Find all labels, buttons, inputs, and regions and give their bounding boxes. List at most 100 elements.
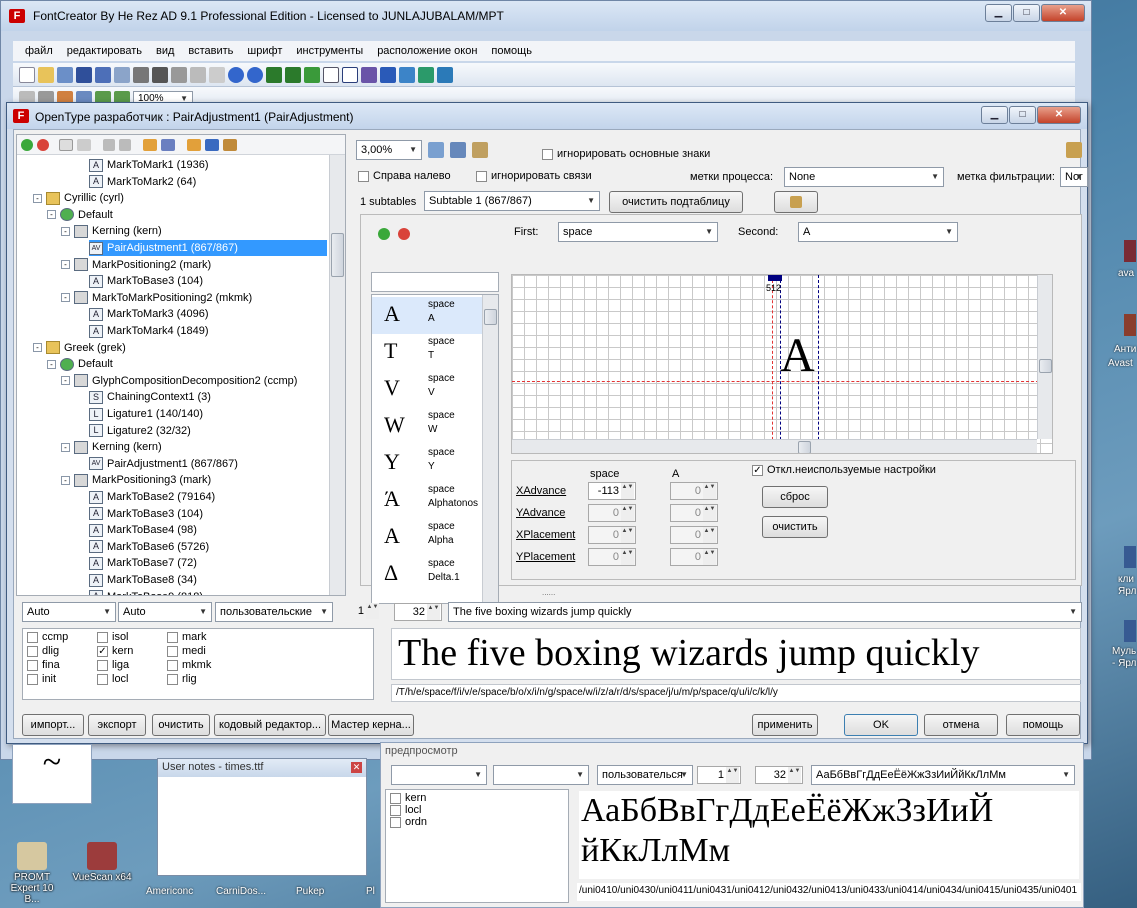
process-marks-select[interactable]: None bbox=[784, 167, 944, 187]
dialog-minimize-button[interactable]: ▁ bbox=[981, 106, 1008, 124]
rtl-box[interactable] bbox=[358, 170, 369, 182]
move-up-icon[interactable] bbox=[103, 138, 115, 151]
desktop-shortcut-icon[interactable] bbox=[1124, 240, 1136, 262]
tree-node[interactable]: A MarkToMark3 (4096) bbox=[89, 306, 208, 322]
desktop-label-bottom-1[interactable]: Americonc bbox=[146, 886, 193, 897]
tree-node[interactable]: A MarkToBase2 (79164) bbox=[89, 489, 215, 505]
kerning-canvas[interactable]: 512 A 1479 bbox=[511, 274, 1053, 454]
feature-check-box[interactable] bbox=[27, 631, 38, 643]
cancel-button[interactable]: отмена bbox=[924, 714, 998, 736]
close-button[interactable]: ✕ bbox=[1041, 4, 1085, 22]
tree-node[interactable]: - Default bbox=[47, 207, 113, 223]
tree-node[interactable]: - MarkToMarkPositioning2 (mkmk) bbox=[61, 290, 252, 306]
tree-scroll-thumb[interactable] bbox=[331, 233, 344, 277]
pair-list-item[interactable]: Aspace A bbox=[372, 297, 484, 334]
menu-view[interactable]: вид bbox=[156, 45, 174, 57]
feature-check-box[interactable] bbox=[167, 673, 178, 685]
preview-size-spinner[interactable]: 1 bbox=[697, 766, 741, 784]
pair-list-item[interactable]: Wspace W bbox=[372, 408, 484, 445]
ignore-base-checkbox[interactable]: игнорировать основные знаки bbox=[542, 148, 710, 160]
notes-icon[interactable] bbox=[1066, 142, 1082, 158]
desktop-label-6[interactable]: Муль bbox=[1112, 646, 1136, 657]
preview-feature-kern-box[interactable] bbox=[390, 792, 401, 804]
test-icon[interactable] bbox=[323, 66, 339, 83]
feature-check-box[interactable] bbox=[27, 645, 38, 657]
feature-checkbox[interactable]: init bbox=[27, 673, 56, 685]
tree-node[interactable]: A MarkToBase7 (72) bbox=[89, 555, 197, 571]
first-value-spinner[interactable]: -113 bbox=[588, 482, 636, 500]
tree-node[interactable]: S ChainingContext1 (3) bbox=[89, 389, 211, 405]
tree-node[interactable]: AV PairAdjustment1 (867/867) bbox=[89, 240, 327, 256]
kern-icon[interactable] bbox=[161, 138, 175, 151]
desktop-shortcut-icon[interactable] bbox=[1124, 314, 1136, 336]
glyph-tile-tilde[interactable]: ~ bbox=[12, 744, 92, 804]
disable-unused-checkbox[interactable]: ✓ Откл.неиспользуемые настройки bbox=[752, 464, 936, 476]
print-icon[interactable] bbox=[133, 66, 149, 83]
preview-language-select[interactable] bbox=[493, 765, 589, 785]
feature-checkbox[interactable]: mkmk bbox=[167, 659, 211, 671]
feature-checkbox[interactable]: rlig bbox=[167, 673, 197, 685]
collapse-icon[interactable]: - bbox=[33, 193, 42, 203]
export-icon[interactable] bbox=[114, 66, 130, 83]
pair-list-item[interactable]: Tspace T bbox=[372, 334, 484, 371]
library-icon[interactable] bbox=[57, 66, 73, 83]
pair-list-item[interactable]: Αspace Alpha bbox=[372, 519, 484, 556]
preview-sample-select[interactable]: АаБбВвГгДдЕеЁёЖжЗзИиЙйКкЛлМм bbox=[811, 765, 1075, 785]
user-notes-titlebar[interactable]: User notes - times.ttf ✕ bbox=[158, 759, 366, 777]
lookup-icon[interactable] bbox=[143, 138, 157, 151]
preview-script-select[interactable] bbox=[391, 765, 487, 785]
feature-checkbox[interactable]: fina bbox=[27, 659, 60, 671]
sample-text-select[interactable]: The five boxing wizards jump quickly bbox=[448, 602, 1082, 622]
space-advance-bar[interactable] bbox=[768, 275, 782, 281]
first-value-spinner[interactable]: 0 bbox=[588, 526, 636, 544]
point-size-spinner[interactable]: 32 bbox=[394, 603, 442, 621]
cut-icon[interactable] bbox=[171, 66, 187, 83]
kern-wizard-button[interactable]: Мастер керна... bbox=[328, 714, 414, 736]
feature-set-select[interactable]: пользовательские bbox=[215, 602, 333, 622]
desktop-icon-vuescan[interactable]: VueScan x64 bbox=[72, 842, 132, 883]
pair-list-scroll-thumb[interactable] bbox=[484, 309, 497, 325]
preview-feature-locl[interactable]: locl bbox=[390, 804, 422, 816]
tree-node[interactable]: - Greek (grek) bbox=[33, 340, 126, 356]
fit-icon[interactable] bbox=[428, 142, 444, 158]
tree-scrollbar[interactable] bbox=[329, 155, 345, 595]
desktop-icon-promt[interactable]: PROMT Expert 10 B... bbox=[2, 842, 62, 905]
menu-tools[interactable]: инструменты bbox=[296, 45, 363, 57]
reset-button[interactable]: сброс bbox=[762, 486, 828, 508]
desktop-label-3[interactable]: Avast bbox=[1108, 358, 1133, 369]
collapse-icon[interactable]: - bbox=[61, 260, 70, 270]
size-spinner[interactable]: 1 bbox=[340, 603, 380, 621]
glyph-filter-input[interactable] bbox=[371, 272, 499, 292]
insert-glyph-icon[interactable] bbox=[266, 66, 282, 83]
code-editor-button[interactable]: кодовый редактор... bbox=[214, 714, 326, 736]
open-icon[interactable] bbox=[38, 66, 54, 83]
disable-unused-box[interactable]: ✓ bbox=[752, 464, 763, 476]
preview-feature-locl-box[interactable] bbox=[390, 804, 401, 816]
undo-icon[interactable] bbox=[228, 66, 244, 83]
menu-edit[interactable]: редактировать bbox=[67, 45, 142, 57]
script-icon[interactable] bbox=[187, 138, 201, 151]
options-icon[interactable] bbox=[472, 142, 488, 158]
subtable-properties-button[interactable] bbox=[774, 191, 818, 213]
collapse-icon[interactable]: - bbox=[61, 293, 70, 303]
save-icon[interactable] bbox=[76, 66, 92, 83]
feature-check-box[interactable] bbox=[167, 645, 178, 657]
tree-node[interactable]: A MarkToMark1 (1936) bbox=[89, 157, 208, 173]
feature-check-box[interactable]: ✓ bbox=[97, 645, 108, 657]
script-select[interactable]: Auto bbox=[22, 602, 116, 622]
dialog-titlebar[interactable]: F OpenType разработчик : PairAdjustment1… bbox=[7, 103, 1087, 129]
feature-checkbox[interactable]: liga bbox=[97, 659, 129, 671]
tree-node[interactable]: A MarkToBase3 (104) bbox=[89, 273, 203, 289]
filter-marks-select[interactable]: Nor bbox=[1060, 167, 1088, 187]
desktop-label-5[interactable]: Ярл bbox=[1118, 586, 1136, 597]
tree-node[interactable]: A MarkToBase8 (34) bbox=[89, 572, 197, 588]
ignore-ligatures-box[interactable] bbox=[476, 170, 487, 182]
tree-node[interactable]: - Kerning (kern) bbox=[61, 223, 162, 239]
rtl-checkbox[interactable]: Справа налево bbox=[358, 170, 451, 182]
desktop-shortcut-icon[interactable] bbox=[1124, 546, 1136, 568]
user-notes-close-icon[interactable]: ✕ bbox=[351, 762, 362, 773]
ignore-base-box[interactable] bbox=[542, 148, 553, 160]
pair-list-item[interactable]: Άspace Alphatonos bbox=[372, 482, 484, 519]
collapse-icon[interactable]: - bbox=[61, 226, 70, 236]
new-icon[interactable] bbox=[19, 66, 35, 83]
